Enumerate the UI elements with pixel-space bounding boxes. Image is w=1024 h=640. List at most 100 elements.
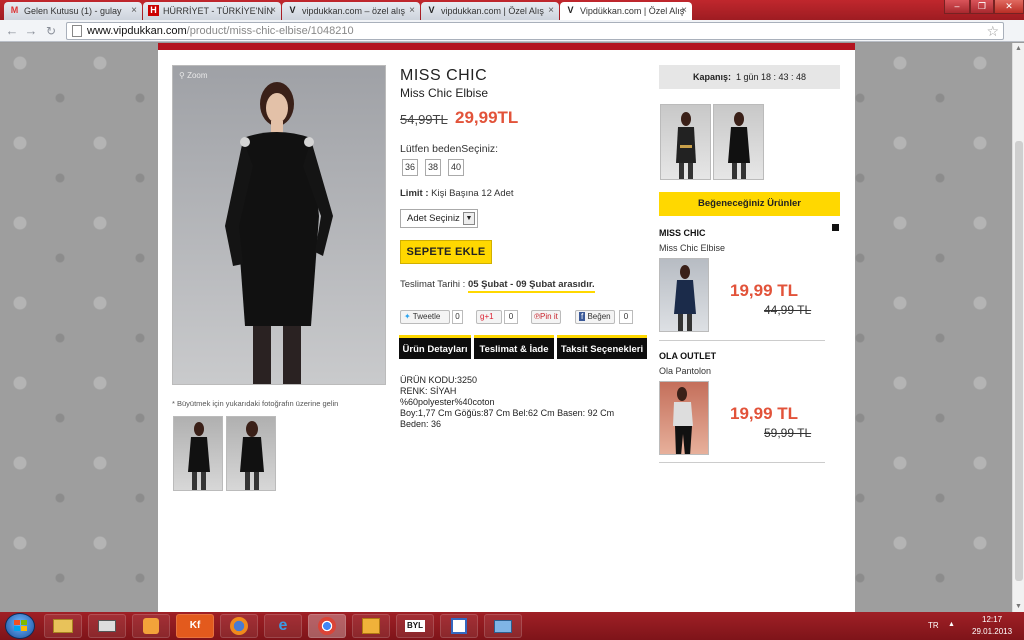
delivery-label: Teslimat Tarihi : [400,279,466,290]
close-icon[interactable]: × [270,2,276,20]
tab-installment-options[interactable]: Taksit Seçenekleri [557,335,647,359]
pinterest-label: Pin it [540,312,558,321]
back-icon[interactable]: ← [4,23,20,39]
product-thumbnail-back[interactable] [226,416,276,491]
magnifier-icon: ⚲ [179,71,185,80]
chevron-down-icon: ▼ [463,212,475,225]
kf-icon[interactable]: Kf [176,614,214,638]
model-figure [225,82,333,384]
tab-title: HÜRRİYET - TÜRKİYE'NİN [163,6,273,16]
size-option-36[interactable]: 36 [402,159,418,176]
tab-product-details[interactable]: Ürün Detayları [399,335,471,359]
quantity-select[interactable]: Adet Seçiniz ▼ [400,209,478,228]
reload-icon[interactable]: ↻ [43,23,59,39]
calendar-app-icon[interactable] [440,614,478,638]
twitter-icon: ✦ [404,312,411,321]
url-host: www.vipdukkan.com [87,25,187,37]
network-icon[interactable] [88,614,126,638]
tab-title: Gelen Kutusu (1) - gulay [24,6,122,16]
rec-name[interactable]: Ola Pantolon [659,366,711,376]
facebook-like-button[interactable]: f Beğen [575,310,615,324]
size-option-40[interactable]: 40 [448,159,464,176]
browser-tab-vipdukkan-2[interactable]: V vipdukkan.com | Özel Alış × [421,2,559,20]
browser-tab-vipdukkan-1[interactable]: V vipdukkan.com – özel alış × [282,2,420,20]
sale-price: 29,99TL [455,108,519,127]
internet-explorer-icon[interactable]: e [264,614,302,638]
restore-icon[interactable]: ❐ [970,0,994,14]
zoom-label: ⚲ Zoom [179,71,208,80]
product-details-text: ÜRÜN KODU:3250 RENK: SİYAH %60polyester%… [400,375,615,429]
scroll-up-icon[interactable]: ▲ [1015,45,1022,52]
size-option-38[interactable]: 38 [425,159,441,176]
start-button[interactable] [5,613,35,639]
quantity-select-value: Adet Seçiniz [407,213,460,224]
hurriyet-icon: H [148,5,159,16]
close-icon[interactable]: × [681,2,687,20]
close-icon[interactable]: × [548,2,554,20]
close-icon[interactable]: × [131,2,137,20]
windows-logo-icon [14,620,27,631]
divider [659,340,825,341]
product-thumbnail-front[interactable] [173,416,223,491]
clock-date[interactable]: 29.01.2013 [972,627,1012,636]
gmail-icon: M [10,5,19,15]
countdown-timer: Kapanış: 1 gün 18 : 43 : 48 [659,65,840,89]
related-thumbnail-2[interactable] [713,104,764,180]
rec-image[interactable] [659,381,709,455]
thumbnail-figure [674,265,696,331]
language-indicator[interactable]: TR [928,621,939,630]
minimize-icon[interactable]: – [944,0,970,14]
browser-tab-hurriyet[interactable]: H HÜRRİYET - TÜRKİYE'NİN × [143,2,281,20]
bookmark-star-icon[interactable]: ☆ [986,23,999,39]
vipdukkan-icon: V [567,5,574,15]
address-input[interactable]: www.vipdukkan.com/product/miss-chic-elbi… [66,22,1004,40]
old-price: 54,99TL [400,112,448,127]
scrollbar-thumb[interactable] [1015,141,1023,581]
tweet-label: Tweetle [412,312,441,321]
facebook-like-label: Beğen [587,312,611,321]
firefox-icon[interactable] [220,614,258,638]
google-plus-label: +1 [484,312,494,321]
rec-brand[interactable]: OLA OUTLET [659,351,716,361]
vipdukkan-icon: V [428,5,435,15]
google-plus-button[interactable]: g+1 [476,310,502,324]
folder-icon[interactable] [44,614,82,638]
countdown-value: 1 gün 18 : 43 : 48 [735,72,807,82]
limit-value: Kişi Başına 12 Adet [431,188,514,199]
delivery-info: Teslimat Tarihi : 05 Şubat - 09 Şubat ar… [400,279,595,293]
rec-sale-price: 19,99 TL [730,404,799,423]
forward-icon[interactable]: → [23,23,39,39]
thumbnail-figure [676,112,696,179]
rec-image[interactable] [659,258,709,332]
product-main-image[interactable]: ⚲ Zoom [172,65,386,385]
screen-app-icon[interactable] [484,614,522,638]
chrome-icon[interactable] [308,614,346,638]
facebook-icon: f [579,312,586,321]
browser-tab-vipdukkan-active[interactable]: V Vipdükkan.com | Özel Alış × [560,2,692,21]
pinterest-button[interactable]: ℗Pin it [531,310,561,324]
rec-name[interactable]: Miss Chic Elbise [659,243,725,253]
outlook-icon[interactable] [352,614,390,638]
media-player-icon[interactable] [132,614,170,638]
tweet-button[interactable]: ✦ Tweetle [400,310,450,324]
tab-delivery-returns[interactable]: Teslimat & İade [474,335,554,359]
rec-old-price: 59,99 TL [764,426,812,440]
add-to-cart-button[interactable]: SEPETE EKLE [400,240,492,264]
browser-tab-gmail[interactable]: M Gelen Kutusu (1) - gulay × [4,2,142,20]
zoom-text: Zoom [187,71,208,80]
divider [659,462,825,463]
clock-time[interactable]: 12:17 [982,615,1002,624]
related-thumbnail-1[interactable] [660,104,711,180]
countdown-label: Kapanış: [692,72,731,82]
scroll-down-icon[interactable]: ▼ [1015,603,1022,610]
zoom-hint: * Büyütmek için yukarıdaki fotoğrafın üz… [172,399,339,408]
delivery-dates: 05 Şubat - 09 Şubat arasıdır. [467,279,595,293]
tray-arrow-icon[interactable]: ▲ [948,621,955,628]
rec-brand[interactable]: MISS CHIC [659,228,706,238]
window-close-icon[interactable]: ✕ [994,0,1024,14]
byl-label: BYL [405,620,425,632]
close-icon[interactable]: × [409,2,415,20]
google-plus-count: 0 [504,310,518,324]
byl-icon[interactable]: BYL [396,614,434,638]
vertical-scrollbar[interactable]: ▲ ▼ [1012,43,1024,612]
